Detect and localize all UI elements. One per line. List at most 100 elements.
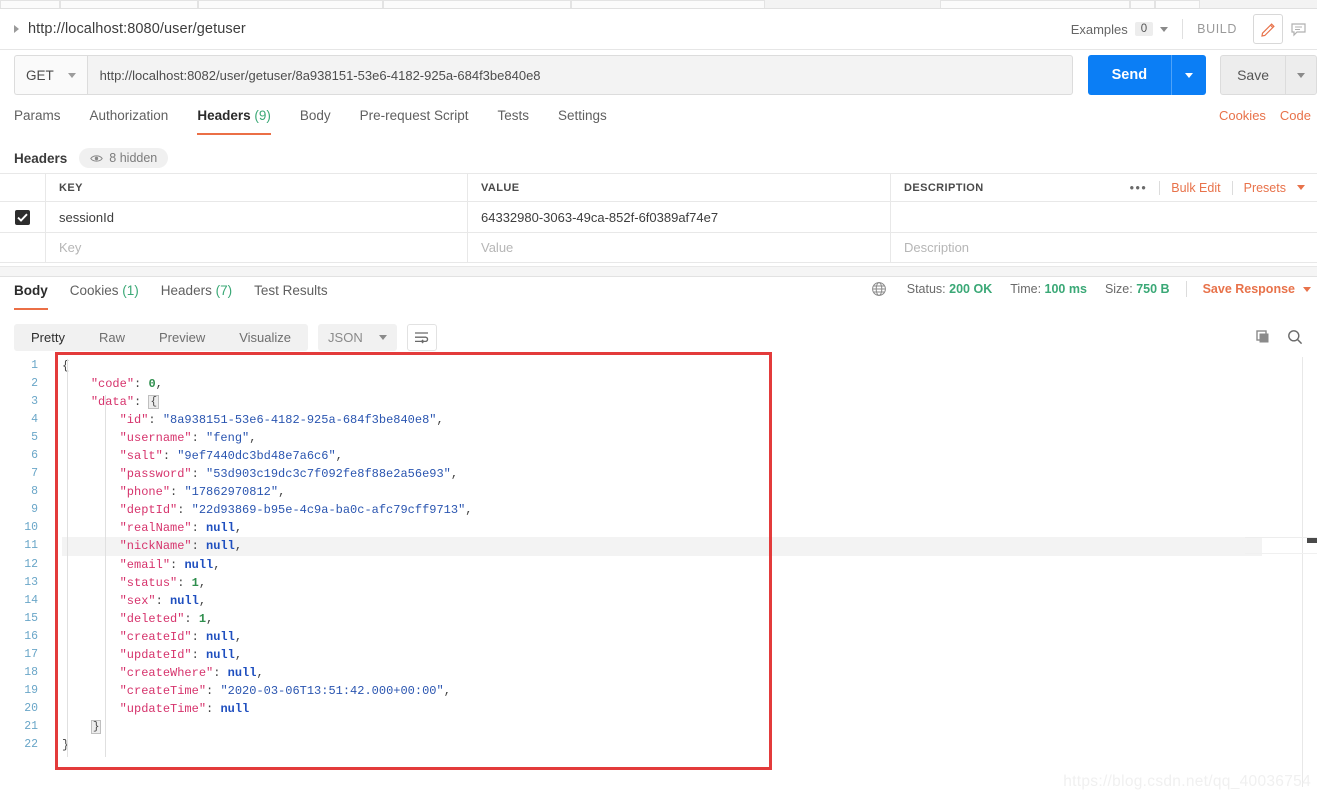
response-tab-headers[interactable]: Headers (7) bbox=[161, 279, 232, 310]
line-number: 18 bbox=[24, 665, 38, 679]
column-header-key: KEY bbox=[59, 181, 83, 194]
size-value: 750 B bbox=[1136, 282, 1170, 296]
new-description-input[interactable]: Description bbox=[904, 240, 969, 255]
language-select[interactable]: JSON bbox=[318, 323, 397, 351]
table-row-empty: Key Value Description bbox=[0, 232, 1317, 263]
tab-label: Cookies bbox=[69, 283, 119, 298]
time-value: 100 ms bbox=[1044, 282, 1087, 296]
search-icon[interactable] bbox=[1287, 329, 1303, 345]
save-button[interactable]: Save bbox=[1220, 55, 1317, 95]
response-divider[interactable] bbox=[0, 266, 1317, 277]
line-number: 2 bbox=[31, 377, 38, 391]
tab-body[interactable]: Body bbox=[300, 104, 331, 135]
more-options-icon[interactable]: ••• bbox=[1118, 181, 1160, 195]
new-key-input[interactable]: Key bbox=[59, 240, 81, 255]
json-line: "deptId": "22d93869-b95e-4c9a-ba0c-afc79… bbox=[119, 503, 473, 518]
response-tab-cookies[interactable]: Cookies (1) bbox=[70, 279, 139, 310]
divider bbox=[1182, 19, 1184, 39]
column-header-description: DESCRIPTION bbox=[904, 181, 984, 194]
line-number: 16 bbox=[24, 629, 38, 643]
tab-params[interactable]: Params bbox=[14, 104, 61, 135]
json-line: "updateTime": null bbox=[119, 701, 250, 716]
new-value-input[interactable]: Value bbox=[481, 240, 513, 255]
edit-request-button[interactable] bbox=[1253, 14, 1283, 44]
save-button-label: Save bbox=[1237, 67, 1269, 83]
save-options-button[interactable] bbox=[1286, 72, 1316, 78]
json-line: "phone": "17862970812", bbox=[119, 485, 286, 500]
tab-headers[interactable]: Headers (9) bbox=[197, 104, 271, 135]
copy-icon[interactable] bbox=[1255, 329, 1271, 345]
header-key-value[interactable]: sessionId bbox=[59, 210, 114, 225]
save-response-button[interactable]: Save Response bbox=[1203, 282, 1295, 296]
line-number: 4 bbox=[31, 413, 38, 427]
size-label: Size: bbox=[1104, 282, 1133, 296]
row-checkbox[interactable] bbox=[15, 209, 30, 225]
send-button-label: Send bbox=[1111, 67, 1148, 83]
bulk-edit-button[interactable]: Bulk Edit bbox=[1160, 181, 1231, 195]
header-cell-select bbox=[0, 174, 46, 201]
tab-label: Test Results bbox=[254, 283, 328, 298]
send-options-button[interactable] bbox=[1172, 72, 1206, 78]
format-toggle-group: Pretty Raw Preview Visualize bbox=[14, 323, 309, 351]
line-number-gutter: 1 2 3 4 5 6 7 8 9 10 11 12 13 14 15 16 17 18 19 20 21 22 bbox=[0, 357, 47, 773]
expand-caret-icon[interactable] bbox=[14, 25, 19, 33]
tab-label: Headers bbox=[160, 283, 212, 298]
presets-button[interactable]: Presets bbox=[1233, 181, 1297, 195]
json-code[interactable]: { "code": 0, "data": { "id": "8a938151-5… bbox=[62, 357, 1262, 757]
json-line: { bbox=[62, 359, 70, 373]
tab-tests[interactable]: Tests bbox=[497, 104, 529, 135]
response-body-viewer[interactable]: 1 2 3 4 5 6 7 8 9 10 11 12 13 14 15 16 17 18 19 20 21 22 { "c… bbox=[0, 357, 1317, 787]
tab-pre-request-script[interactable]: Pre-request Script bbox=[360, 104, 469, 135]
tab-authorization[interactable]: Authorization bbox=[90, 104, 169, 135]
url-input[interactable]: http://localhost:8082/user/getuser/8a938… bbox=[86, 55, 1073, 95]
chevron-down-icon[interactable] bbox=[1303, 286, 1311, 292]
json-line: } bbox=[62, 737, 70, 752]
globe-icon bbox=[871, 282, 886, 296]
header-value-value[interactable]: 64332980-3063-49ca-852f-6f0389af74e7 bbox=[481, 210, 718, 225]
json-line: "deleted": 1, bbox=[119, 611, 214, 626]
headers-label: Headers bbox=[14, 150, 68, 166]
json-line: "createId": null, bbox=[119, 629, 243, 644]
format-preview[interactable]: Preview bbox=[142, 324, 222, 351]
examples-dropdown[interactable]: Examples 0 bbox=[1070, 21, 1169, 37]
line-number: 21 bbox=[24, 719, 38, 733]
line-number: 22 bbox=[24, 737, 38, 751]
tab-settings[interactable]: Settings bbox=[558, 104, 607, 135]
chevron-down-icon bbox=[1297, 72, 1305, 78]
json-line: "sex": null, bbox=[119, 593, 207, 608]
format-visualize[interactable]: Visualize bbox=[222, 324, 308, 351]
send-button[interactable]: Send bbox=[1087, 55, 1207, 95]
format-raw[interactable]: Raw bbox=[82, 324, 142, 351]
vertical-scrollbar-thumb[interactable] bbox=[1307, 538, 1317, 543]
column-header-value: VALUE bbox=[481, 181, 520, 194]
tab-label: Tests bbox=[497, 108, 529, 123]
format-pretty[interactable]: Pretty bbox=[14, 324, 82, 351]
word-wrap-button[interactable] bbox=[406, 323, 437, 351]
comments-button[interactable] bbox=[1283, 14, 1313, 44]
response-tab-body[interactable]: Body bbox=[14, 279, 48, 310]
request-tabs: Params Authorization Headers (9) Body Pr… bbox=[0, 104, 1317, 142]
line-number: 14 bbox=[24, 593, 38, 607]
code-link[interactable]: Code bbox=[1280, 108, 1311, 123]
status-value: 200 OK bbox=[949, 282, 993, 296]
tab-strip-cutoff bbox=[0, 0, 1317, 9]
tab-count: (9) bbox=[254, 108, 271, 123]
line-number: 19 bbox=[24, 683, 38, 697]
size-indicator: Size: 750 B bbox=[1105, 282, 1170, 296]
line-number: 1 bbox=[31, 359, 38, 372]
tab-label: Body bbox=[299, 108, 331, 123]
examples-label: Examples bbox=[1070, 21, 1128, 37]
response-tab-test-results[interactable]: Test Results bbox=[254, 279, 328, 310]
tab-label: Headers bbox=[197, 108, 251, 123]
hidden-headers-toggle[interactable]: 8 hidden bbox=[79, 148, 169, 168]
chevron-down-icon bbox=[67, 72, 76, 78]
examples-count-badge: 0 bbox=[1134, 22, 1154, 36]
line-number: 10 bbox=[24, 521, 38, 535]
chevron-down-icon bbox=[1185, 72, 1194, 78]
cookies-link[interactable]: Cookies bbox=[1219, 108, 1266, 123]
line-number: 17 bbox=[24, 647, 38, 661]
http-method-select[interactable]: GET bbox=[14, 55, 87, 95]
json-line: "createTime": "2020-03-06T13:51:42.000+0… bbox=[119, 683, 451, 698]
json-line: "email": null, bbox=[119, 557, 221, 572]
line-number: 3 bbox=[31, 395, 38, 409]
